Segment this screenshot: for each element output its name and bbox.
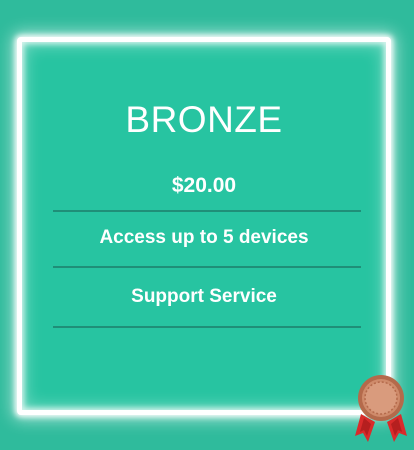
divider-top: [53, 210, 361, 212]
pricing-card[interactable]: BRONZE $20.00 Access up to 5 devices Sup…: [17, 37, 391, 415]
feature-item: Access up to 5 devices: [99, 227, 309, 248]
pricing-stage: BRONZE $20.00 Access up to 5 devices Sup…: [0, 0, 414, 450]
plan-tier-title: BRONZE: [125, 99, 283, 140]
feature-item: Support Service: [131, 286, 277, 307]
plan-price: $20.00: [171, 174, 237, 197]
bronze-medal-icon: [355, 375, 407, 442]
divider-bottom: [53, 326, 361, 328]
divider-middle: [53, 266, 361, 268]
